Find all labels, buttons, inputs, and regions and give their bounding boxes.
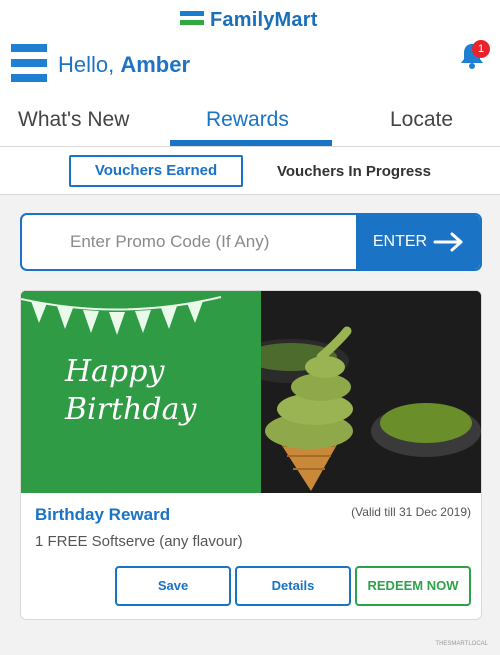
reward-description: 1 FREE Softserve (any flavour): [35, 533, 243, 550]
greeting-prefix: Hello,: [58, 52, 121, 77]
notification-badge: 1: [472, 40, 490, 58]
details-button[interactable]: Details: [235, 566, 351, 606]
arrow-right-icon: [433, 232, 463, 252]
enter-button[interactable]: ENTER: [356, 215, 480, 269]
validity-text: (Valid till 31 Dec 2019): [351, 505, 471, 519]
user-name: Amber: [120, 52, 191, 77]
bunting-decoration: [21, 296, 222, 335]
voucher-details: Birthday Reward (Valid till 31 Dec 2019)…: [21, 493, 481, 619]
tab-whats-new[interactable]: What's New: [18, 108, 129, 132]
tab-locate[interactable]: Locate: [390, 108, 453, 132]
reward-title: Birthday Reward: [35, 505, 171, 524]
watermark: THESMARTLOCAL: [435, 641, 488, 647]
voucher-banner: Happy Birthday: [21, 291, 481, 493]
birthday-banner-text: Happy Birthday: [65, 353, 196, 428]
app-header: FamilyMart Hello, Amber 1: [0, 0, 500, 100]
banner-line-birthday: Birthday: [65, 391, 197, 427]
enter-button-label: ENTER: [372, 233, 428, 250]
familymart-logo-icon: [180, 11, 204, 29]
brand-name: FamilyMart: [210, 8, 318, 31]
subtab-vouchers-in-progress[interactable]: Vouchers In Progress: [277, 163, 431, 180]
notification-button[interactable]: 1: [458, 40, 490, 72]
familymart-logo: FamilyMart: [180, 8, 318, 32]
promo-code-box: ENTER: [20, 213, 482, 271]
active-tab-indicator: [170, 140, 332, 146]
save-button[interactable]: Save: [115, 566, 231, 606]
tab-rewards[interactable]: Rewards: [206, 108, 289, 132]
greeting: Hello, Amber: [58, 52, 190, 78]
banner-line-happy: Happy: [65, 354, 165, 389]
promo-code-input[interactable]: [22, 215, 356, 269]
voucher-card: Happy Birthday Birthday Reward (Valid ti…: [20, 290, 482, 620]
hamburger-icon[interactable]: [11, 44, 47, 82]
redeem-now-button[interactable]: REDEEM NOW: [355, 566, 471, 606]
subtab-vouchers-earned[interactable]: Vouchers Earned: [69, 155, 243, 187]
voucher-subtabs: Vouchers Earned Vouchers In Progress: [0, 147, 500, 195]
